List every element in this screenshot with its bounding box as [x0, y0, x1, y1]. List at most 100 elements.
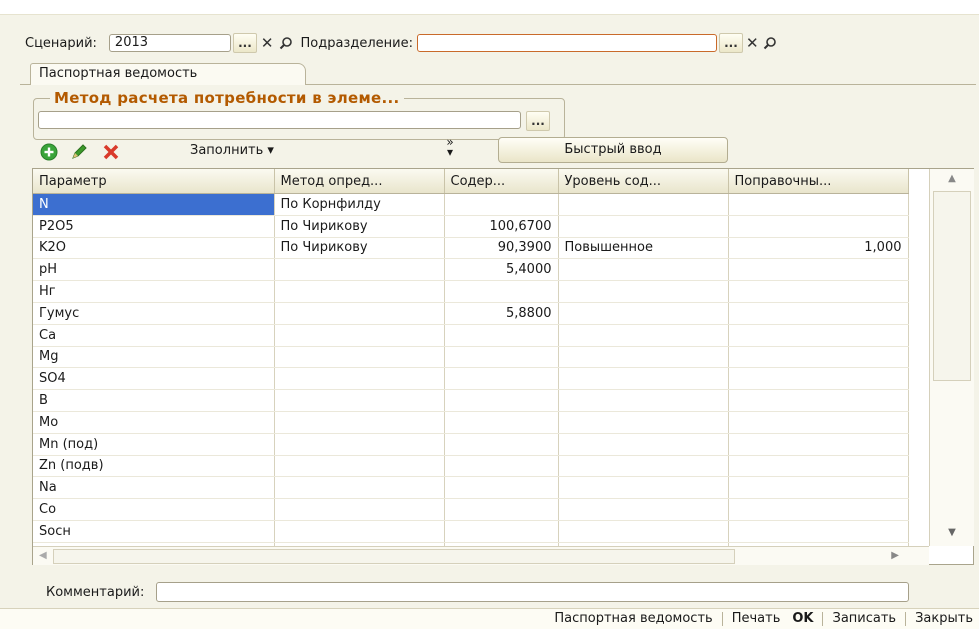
horizontal-scroll-thumb[interactable] — [53, 549, 735, 564]
cell-content[interactable]: 90,3900 — [444, 237, 559, 260]
close-button[interactable]: Закрыть — [915, 611, 973, 626]
calc-method-field[interactable] — [38, 111, 521, 129]
cell-parameter[interactable]: Mn (под) — [33, 433, 275, 456]
cell-content[interactable] — [444, 367, 559, 391]
cell-content[interactable] — [444, 324, 559, 347]
cell-level[interactable] — [558, 280, 729, 303]
cell-correction[interactable] — [728, 302, 909, 325]
table-row[interactable]: Co — [33, 498, 909, 521]
cell-method[interactable] — [274, 433, 445, 456]
table-row[interactable]: Mo — [33, 411, 909, 434]
table-row[interactable]: Hг — [33, 280, 909, 303]
cell-method[interactable] — [274, 498, 445, 521]
print-button[interactable]: Печать — [732, 611, 781, 626]
horizontal-scrollbar[interactable]: ◀ ▶ — [33, 546, 929, 565]
cell-method[interactable] — [274, 455, 445, 478]
fill-menu-button[interactable]: Заполнить ▾ — [190, 143, 274, 158]
cell-correction[interactable]: 1,000 — [728, 237, 909, 260]
scenario-select-button[interactable]: ... — [232, 33, 257, 53]
scenario-search-button[interactable] — [279, 36, 293, 50]
table-row[interactable]: N По Корнфилду — [33, 193, 909, 216]
cell-method[interactable]: По Чирикову — [274, 215, 445, 238]
cell-correction[interactable] — [728, 280, 909, 303]
cell-method[interactable] — [274, 476, 445, 500]
table-row[interactable]: SO4 — [33, 367, 909, 391]
column-header-content[interactable]: Содер... — [444, 169, 559, 194]
cell-content[interactable] — [444, 280, 559, 303]
column-header-correction[interactable]: Поправочны... — [728, 169, 909, 194]
edit-button[interactable] — [70, 143, 88, 164]
cell-method[interactable] — [274, 302, 445, 325]
cell-correction[interactable] — [728, 520, 909, 543]
cell-correction[interactable] — [728, 324, 909, 347]
cell-level[interactable] — [558, 215, 729, 238]
cell-method[interactable] — [274, 389, 445, 412]
cell-content[interactable] — [444, 455, 559, 478]
cell-content[interactable] — [444, 498, 559, 521]
cell-parameter[interactable]: N — [33, 193, 275, 216]
cell-parameter[interactable]: B — [33, 389, 275, 412]
cell-method[interactable] — [274, 280, 445, 303]
cell-level[interactable] — [558, 455, 729, 478]
cell-correction[interactable] — [728, 455, 909, 478]
cell-content[interactable]: 5,4000 — [444, 258, 559, 282]
quick-input-button[interactable]: Быстрый ввод — [498, 137, 728, 163]
cell-correction[interactable] — [728, 389, 909, 412]
cell-parameter[interactable]: Гумус — [33, 302, 275, 325]
cell-method[interactable] — [274, 346, 445, 369]
column-header-level[interactable]: Уровень сод... — [558, 169, 729, 194]
cell-parameter[interactable]: P2O5 — [33, 215, 275, 238]
scroll-up-arrow-icon[interactable]: ▲ — [930, 173, 974, 184]
cell-correction[interactable] — [728, 215, 909, 238]
cell-content[interactable] — [444, 433, 559, 456]
vertical-scroll-thumb[interactable] — [933, 191, 971, 381]
cell-level[interactable] — [558, 367, 729, 391]
scenario-clear-button[interactable]: ✕ — [261, 34, 274, 52]
cell-content[interactable] — [444, 411, 559, 434]
scroll-right-arrow-icon[interactable]: ▶ — [891, 550, 899, 561]
scenario-field[interactable]: 2013 — [108, 34, 231, 52]
save-button[interactable]: Записать — [832, 611, 896, 626]
cell-content[interactable]: 100,6700 — [444, 215, 559, 238]
cell-parameter[interactable]: Ca — [33, 324, 275, 347]
cell-parameter[interactable]: SO4 — [33, 367, 275, 391]
cell-level[interactable] — [558, 302, 729, 325]
add-button[interactable] — [40, 143, 58, 164]
cell-level[interactable] — [558, 476, 729, 500]
table-row[interactable]: Гумус 5,8800 — [33, 302, 909, 325]
passport-report-button[interactable]: Паспортная ведомость — [554, 611, 712, 626]
cell-correction[interactable] — [728, 476, 909, 500]
cell-correction[interactable] — [728, 193, 909, 216]
cell-correction[interactable] — [728, 367, 909, 391]
cell-correction[interactable] — [728, 433, 909, 456]
cell-correction[interactable] — [728, 411, 909, 434]
cell-parameter[interactable]: Zn (подв) — [33, 455, 275, 478]
cell-method[interactable] — [274, 367, 445, 391]
more-actions-button[interactable]: » ▾ — [440, 136, 460, 158]
division-field[interactable] — [416, 34, 717, 52]
cell-content[interactable] — [444, 346, 559, 369]
cell-method[interactable]: По Корнфилду — [274, 193, 445, 216]
cell-content[interactable]: 5,8800 — [444, 302, 559, 325]
cell-parameter[interactable]: pH — [33, 258, 275, 282]
table-row[interactable]: Zn (подв) — [33, 455, 909, 478]
division-select-button[interactable]: ... — [718, 33, 743, 53]
division-clear-button[interactable]: ✕ — [746, 34, 759, 52]
cell-method[interactable]: По Чирикову — [274, 237, 445, 260]
ok-button[interactable]: OK — [792, 611, 813, 626]
cell-level[interactable] — [558, 193, 729, 216]
cell-level[interactable] — [558, 346, 729, 369]
cell-method[interactable] — [274, 411, 445, 434]
calc-method-select-button[interactable]: ... — [526, 111, 550, 131]
table-row[interactable]: B — [33, 389, 909, 412]
cell-level[interactable] — [558, 498, 729, 521]
table-row[interactable]: Na — [33, 476, 909, 500]
cell-parameter[interactable]: Mo — [33, 411, 275, 434]
cell-method[interactable] — [274, 258, 445, 282]
cell-parameter[interactable]: Mg — [33, 346, 275, 369]
scroll-left-arrow-icon[interactable]: ◀ — [39, 550, 47, 561]
cell-level[interactable]: Повышенное — [558, 237, 729, 260]
cell-parameter[interactable]: K2O — [33, 237, 275, 260]
cell-content[interactable] — [444, 389, 559, 412]
tab-passport[interactable]: Паспортная ведомость — [30, 63, 306, 85]
